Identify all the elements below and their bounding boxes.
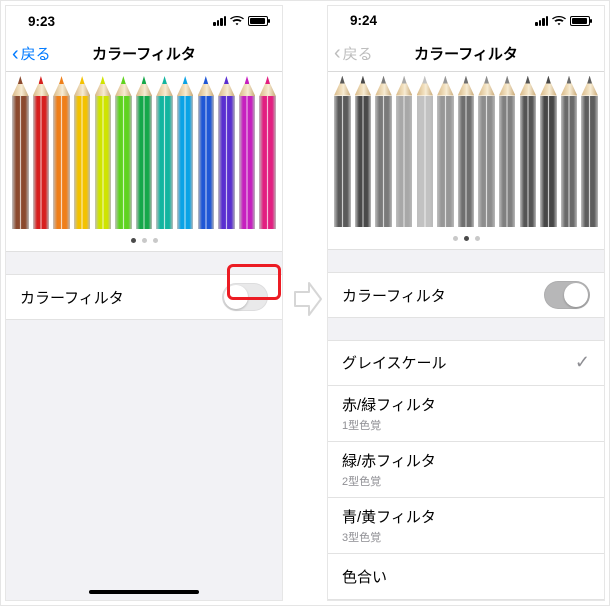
pager-dot (475, 236, 480, 241)
pencil (217, 72, 237, 229)
pencil (11, 72, 31, 229)
wifi-icon (552, 16, 566, 26)
home-indicator[interactable] (89, 590, 199, 594)
pencil (237, 72, 257, 229)
wifi-icon (230, 16, 244, 26)
status-icons (213, 16, 268, 26)
status-bar: 9:23 (6, 6, 282, 36)
pencil (31, 72, 51, 229)
pencil (415, 72, 435, 228)
option-label: 色合い (342, 566, 387, 587)
pencil (72, 72, 92, 229)
toggle-label: カラーフィルタ (20, 287, 124, 308)
pencil (477, 72, 497, 228)
nav-bar: ‹ 戻る カラーフィルタ (328, 36, 604, 72)
option-sublabel: 2型色覚 (342, 473, 436, 489)
pencil (333, 72, 353, 228)
pencil (93, 72, 113, 229)
option-sublabel: 1型色覚 (342, 417, 436, 433)
pencil (436, 72, 456, 228)
pencil (155, 72, 175, 229)
filter-option-row[interactable]: 赤/緑フィルタ 1型色覚 (328, 386, 604, 442)
checkmark-icon: ✓ (575, 352, 590, 373)
cellular-icon (535, 16, 548, 26)
filter-option-row[interactable]: 色合い (328, 554, 604, 600)
pencil (394, 72, 414, 228)
status-bar: 9:24 (328, 6, 604, 36)
color-filter-toggle-row: カラーフィルタ (328, 272, 604, 318)
page-title: カラーフィルタ (6, 43, 282, 64)
page-indicator (6, 229, 282, 251)
pencil (114, 72, 134, 229)
pencil (258, 72, 278, 229)
section-gap (6, 252, 282, 274)
pencil (196, 72, 216, 229)
pencil (374, 72, 394, 228)
empty-area (6, 320, 282, 600)
status-time: 9:23 (28, 14, 55, 29)
option-label: グレイスケール (342, 352, 447, 373)
pencil-preview[interactable] (328, 72, 604, 251)
color-filter-toggle-row: カラーフィルタ (6, 274, 282, 320)
arrow-icon (293, 281, 323, 322)
pencil (559, 72, 579, 228)
pencil (52, 72, 72, 229)
pencil (518, 72, 538, 228)
battery-icon (248, 16, 268, 26)
pager-dot (453, 236, 458, 241)
nav-bar: ‹ 戻る カラーフィルタ (6, 36, 282, 72)
pencil-preview[interactable] (6, 72, 282, 252)
pager-dot (142, 238, 147, 243)
pager-dot (464, 236, 469, 241)
pencil (134, 72, 154, 229)
page-indicator (328, 227, 604, 249)
pencil (497, 72, 517, 228)
cellular-icon (213, 16, 226, 26)
section-gap (328, 318, 604, 340)
pencil (539, 72, 559, 228)
pencil (353, 72, 373, 228)
battery-icon (570, 16, 590, 26)
screenshot-before: 9:23 ‹ 戻る カラーフィルタ カラーフィルタ (5, 5, 283, 601)
color-filter-switch[interactable] (222, 283, 268, 311)
option-label: 緑/赤フィルタ (342, 450, 436, 471)
status-icons (535, 16, 590, 26)
toggle-label: カラーフィルタ (342, 285, 446, 306)
pager-dot (131, 238, 136, 243)
pencil (175, 72, 195, 229)
filter-option-row[interactable]: グレイスケール ✓ (328, 340, 604, 386)
pager-dot (153, 238, 158, 243)
filter-option-row[interactable]: 緑/赤フィルタ 2型色覚 (328, 442, 604, 498)
option-label: 青/黄フィルタ (342, 506, 436, 527)
filter-option-row[interactable]: 青/黄フィルタ 3型色覚 (328, 498, 604, 554)
pencil (456, 72, 476, 228)
pencil (580, 72, 600, 228)
screenshot-after: 9:24 ‹ 戻る カラーフィルタ カラーフィルタ グレイスケール ✓ 赤/緑フィル… (327, 5, 605, 601)
section-gap (328, 250, 604, 272)
color-filter-switch[interactable] (544, 281, 590, 309)
option-sublabel: 3型色覚 (342, 529, 436, 545)
option-label: 赤/緑フィルタ (342, 394, 436, 415)
page-title: カラーフィルタ (328, 43, 604, 64)
status-time: 9:24 (350, 13, 377, 28)
